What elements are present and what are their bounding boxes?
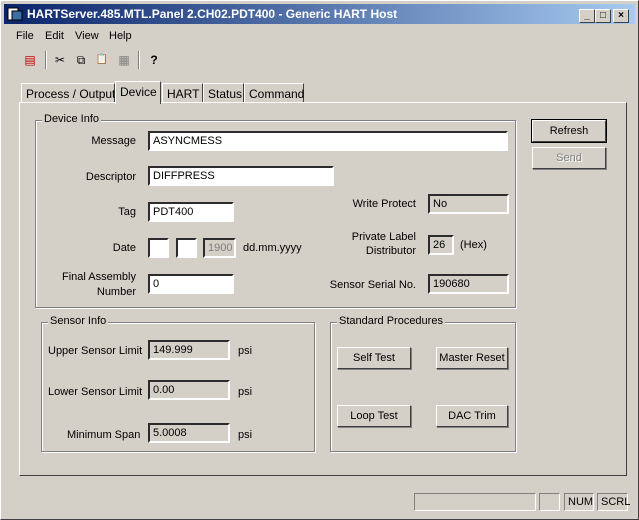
master-reset-button[interactable]: Master Reset: [436, 347, 508, 369]
final-assembly-label-line1: Final Assembly: [62, 271, 136, 283]
device-info-group: Device Info Message ASYNCMESS Descriptor…: [35, 113, 516, 308]
tab-hart[interactable]: HART: [162, 83, 203, 103]
tag-field[interactable]: PDT400: [148, 202, 234, 222]
help-icon[interactable]: ?: [145, 51, 163, 69]
app-icon: [7, 7, 23, 21]
menu-file[interactable]: File: [16, 30, 34, 42]
cut-icon[interactable]: ✂: [51, 51, 69, 69]
standard-procedures-group: Standard Procedures Self Test Master Res…: [330, 315, 516, 452]
status-num: NUM: [564, 493, 594, 511]
paste-icon[interactable]: 📋: [93, 51, 111, 69]
serial-field: 190680: [428, 274, 509, 294]
distributor-label-line1: Private Label: [351, 231, 416, 243]
upper-sensor-limit-label: Upper Sensor Limit: [48, 345, 143, 357]
date-day-field[interactable]: [148, 238, 169, 258]
upper-sensor-limit-field: 149.999: [148, 340, 230, 360]
write-protect-field: No: [428, 194, 509, 214]
minimum-span-label: Minimum Span: [67, 429, 141, 441]
lower-sensor-limit-label: Lower Sensor Limit: [48, 386, 143, 398]
tab-command[interactable]: Command: [244, 83, 304, 103]
toolbar-separator: [45, 51, 47, 69]
tag-label: Tag: [118, 206, 136, 218]
status-pane-message: [414, 493, 536, 511]
date-month-field[interactable]: [176, 238, 197, 258]
distributor-unit: (Hex): [460, 239, 487, 251]
device-tab-panel: Device Info Message ASYNCMESS Descriptor…: [19, 102, 627, 476]
distributor-field: 26: [428, 235, 454, 255]
final-assembly-label-line2: Number: [96, 286, 136, 298]
title-bar[interactable]: HARTServer.485.MTL.Panel 2.CH02.PDT400 -…: [4, 4, 635, 24]
toolbar-separator: [138, 51, 140, 69]
tab-status[interactable]: Status: [203, 83, 244, 103]
lower-sensor-limit-field: 0.00: [148, 380, 230, 400]
tab-device[interactable]: Device: [115, 81, 161, 104]
minimize-button[interactable]: _: [579, 9, 595, 23]
message-label: Message: [91, 135, 136, 147]
dac-trim-button[interactable]: DAC Trim: [436, 405, 508, 427]
send-button[interactable]: Send: [532, 147, 606, 169]
copy-icon[interactable]: ⧉: [72, 51, 90, 69]
sensor-info-legend: Sensor Info: [48, 315, 109, 327]
menu-help[interactable]: Help: [109, 30, 132, 42]
minimum-span-unit: psi: [238, 429, 253, 441]
loop-test-button[interactable]: Loop Test: [337, 405, 411, 427]
date-format-hint: dd.mm.yyyy: [243, 242, 302, 254]
write-protect-label: Write Protect: [352, 198, 416, 210]
sensor-info-group: Sensor Info Upper Sensor Limit 149.999 p…: [41, 315, 315, 452]
final-assembly-field[interactable]: 0: [148, 274, 234, 294]
menu-edit[interactable]: Edit: [45, 30, 64, 42]
lower-sensor-limit-unit: psi: [238, 386, 253, 398]
menu-view[interactable]: View: [75, 30, 99, 42]
toolbar: ▤ ✂ ⧉ 📋 ▦ ?: [11, 49, 171, 71]
standard-procedures-legend: Standard Procedures: [337, 315, 445, 327]
descriptor-label: Descriptor: [85, 171, 136, 183]
tab-process-output[interactable]: Process / Output: [21, 83, 115, 103]
descriptor-field[interactable]: DIFFPRESS: [148, 166, 334, 186]
maximize-button[interactable]: □: [595, 9, 611, 23]
distributor-label-line2: Distributor: [365, 245, 416, 257]
close-button[interactable]: ×: [613, 9, 629, 23]
device-info-legend: Device Info: [42, 113, 102, 125]
date-label: Date: [112, 242, 136, 254]
self-test-button[interactable]: Self Test: [337, 347, 411, 369]
status-bar: NUM SCRL: [4, 492, 635, 512]
serial-label: Sensor Serial No.: [329, 279, 416, 291]
report-icon[interactable]: ▤: [21, 51, 39, 69]
grid-icon[interactable]: ▦: [115, 51, 133, 69]
refresh-button[interactable]: Refresh: [531, 119, 607, 143]
date-year-field[interactable]: 1900: [203, 238, 236, 258]
window-title: HARTServer.485.MTL.Panel 2.CH02.PDT400 -…: [27, 7, 398, 21]
upper-sensor-limit-unit: psi: [238, 345, 253, 357]
message-field[interactable]: ASYNCMESS: [148, 131, 508, 151]
minimum-span-field: 5.0008: [148, 423, 230, 443]
main-window: HARTServer.485.MTL.Panel 2.CH02.PDT400 -…: [0, 0, 639, 520]
status-scrl: SCRL: [597, 493, 630, 511]
status-pane-caps: [539, 493, 560, 511]
